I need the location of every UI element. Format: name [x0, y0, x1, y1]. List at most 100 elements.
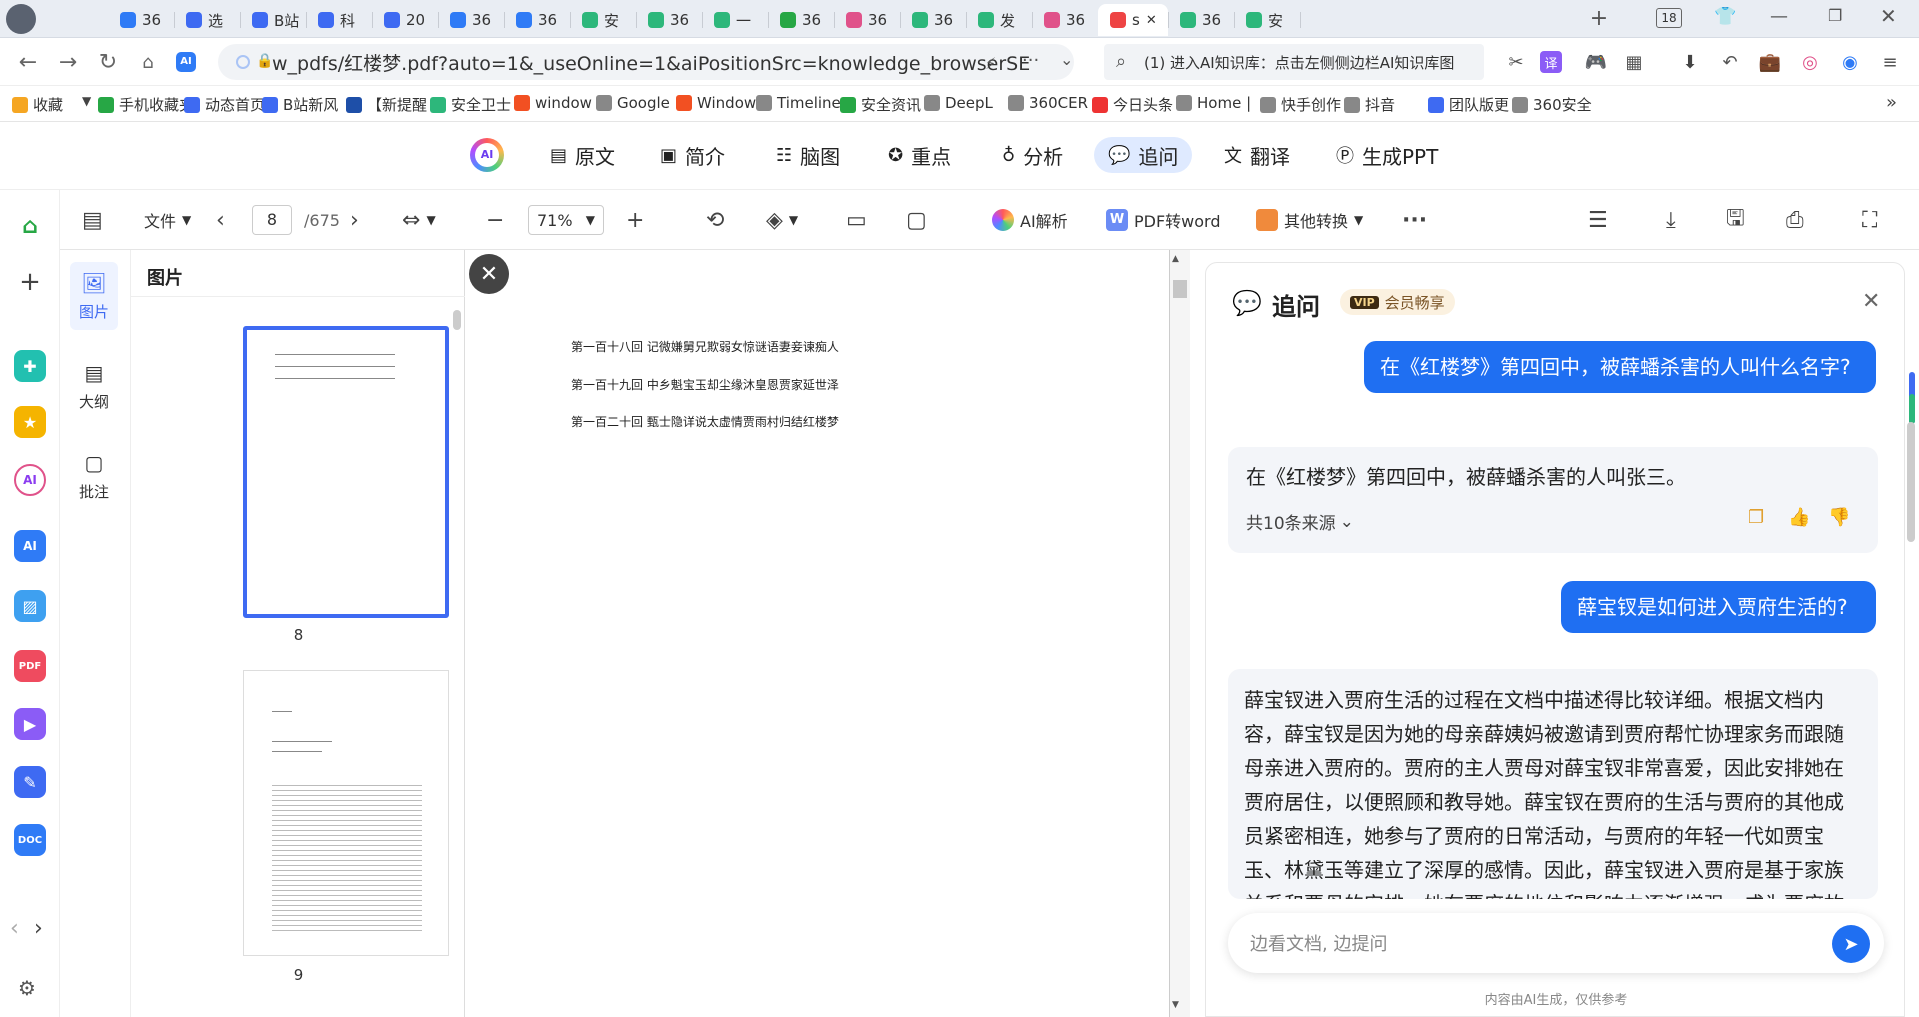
other-convert-button[interactable]: 其他转换 ▼: [1256, 204, 1363, 236]
close-tab-icon[interactable]: ✕: [1146, 13, 1157, 28]
browser-logo-icon[interactable]: ◉: [1836, 48, 1864, 76]
chat-scrollbar[interactable]: [1905, 262, 1919, 1017]
fill-color-icon[interactable]: ◈ ▼: [766, 204, 798, 236]
ai-icon[interactable]: AI: [14, 464, 46, 496]
game-icon[interactable]: 🎮: [1582, 48, 1610, 76]
browser-tab[interactable]: 36: [900, 4, 966, 36]
close-window-icon[interactable]: ✕: [1880, 4, 1897, 28]
thumbs-up-icon[interactable]: 👍: [1788, 507, 1810, 528]
bookmark-item[interactable]: 360安全: [1512, 94, 1592, 115]
chevron-right-icon[interactable]: ›: [34, 916, 43, 941]
video-icon[interactable]: ▶: [14, 708, 46, 740]
find-icon[interactable]: ☰: [1588, 204, 1608, 236]
star-icon[interactable]: ★: [14, 406, 46, 438]
lightning-icon[interactable]: ⚡: [985, 54, 996, 73]
menu-icon[interactable]: ≡: [1876, 48, 1904, 76]
browser-tab[interactable]: 36: [1168, 4, 1234, 36]
ai-assistant-icon[interactable]: ◎: [1796, 48, 1824, 76]
bookmark-item[interactable]: 360CER: [1008, 94, 1088, 112]
minimize-icon[interactable]: —: [1770, 6, 1788, 27]
home-icon[interactable]: ⌂: [132, 46, 164, 78]
more-bookmarks-icon[interactable]: »: [1886, 92, 1897, 113]
browser-tab[interactable]: 科: [306, 4, 372, 36]
reload-icon[interactable]: ↻: [92, 46, 124, 78]
close-icon[interactable]: ✕: [1862, 289, 1880, 314]
add-icon[interactable]: +: [14, 266, 46, 298]
undo-icon[interactable]: ↶: [1716, 48, 1744, 76]
send-button[interactable]: ➤: [1832, 925, 1870, 963]
prev-page-icon[interactable]: ‹: [216, 204, 225, 236]
bookmark-item[interactable]: Home |: [1176, 94, 1251, 112]
save-icon[interactable]: 🖫: [1726, 204, 1745, 236]
browser-tab[interactable]: 36: [438, 4, 504, 36]
zoom-out-icon[interactable]: −: [486, 204, 504, 236]
page-view-icon[interactable]: ▭: [846, 204, 867, 236]
home-icon[interactable]: ⌂: [14, 210, 46, 242]
tab-followup[interactable]: 💬 追问: [1094, 137, 1193, 173]
tab-keypoints[interactable]: ✪ 重点: [874, 137, 965, 173]
tab-annotations[interactable]: ▢ 批注: [70, 442, 118, 510]
bookmark-item[interactable]: 抖音: [1344, 94, 1395, 115]
chevron-left-icon[interactable]: ‹: [10, 916, 19, 941]
ai-logo-icon[interactable]: AI: [470, 138, 504, 172]
page-thumbnail[interactable]: [243, 326, 449, 618]
browser-tab[interactable]: 安: [1234, 4, 1300, 36]
fullscreen-icon[interactable]: ⛶: [1862, 204, 1877, 236]
pdf-icon[interactable]: PDF: [14, 650, 46, 682]
doc-icon[interactable]: DOC: [14, 824, 46, 856]
sidebar-toggle-icon[interactable]: ▤: [82, 204, 103, 236]
url-field[interactable]: 🔒 w_pdfs/红楼梦.pdf?auto=1&_useOnline=1&aiP…: [218, 44, 1074, 80]
bookmark-item[interactable]: Google: [596, 94, 670, 112]
tab-original[interactable]: ▤ 原文: [536, 137, 629, 173]
bookmark-item[interactable]: 安全资讯: [840, 94, 921, 115]
browser-tab[interactable]: B站: [240, 4, 306, 36]
page-number[interactable]: 8: [252, 205, 292, 235]
ai-icon[interactable]: AI: [176, 52, 196, 72]
user-avatar[interactable]: [6, 4, 36, 34]
copy-icon[interactable]: ❐: [1748, 507, 1764, 528]
browser-tab[interactable]: 36: [834, 4, 900, 36]
bookmark-item[interactable]: 动态首页: [184, 94, 265, 115]
browser-tab[interactable]: 安: [570, 4, 636, 36]
browser-tab[interactable]: 36: [108, 4, 174, 36]
bookmark-item[interactable]: 安全卫士: [430, 94, 511, 115]
translate-icon[interactable]: 译: [1540, 51, 1562, 73]
bookmark-item[interactable]: Timeline: [756, 94, 841, 112]
apps-grid-icon[interactable]: ▦: [1620, 48, 1648, 76]
tab-analysis[interactable]: ♁ 分析: [988, 137, 1077, 173]
more-icon[interactable]: ···: [1402, 204, 1427, 236]
bookmark-dropdown-icon[interactable]: ▼: [82, 94, 91, 108]
print-icon[interactable]: ⎙: [1786, 204, 1804, 236]
forward-icon[interactable]: →: [52, 46, 84, 78]
document-scrollbar[interactable]: ▲ ▼: [1170, 250, 1190, 1017]
thumb-scrollbar[interactable]: [453, 310, 461, 330]
search-input[interactable]: ⌕ (1) 进入AI知识库：点击左侧侧边栏AI知识库图: [1104, 44, 1484, 80]
bookmark-item[interactable]: window: [514, 94, 592, 112]
bookmark-item[interactable]: 快手创作: [1260, 94, 1341, 115]
tab-outline[interactable]: ▤ 大纲: [70, 352, 118, 420]
next-page-icon[interactable]: ›: [350, 204, 359, 236]
back-icon[interactable]: ←: [12, 46, 44, 78]
fit-width-icon[interactable]: ⇔ ▼: [402, 204, 436, 236]
zoom-select[interactable]: 71% ▼: [528, 204, 604, 236]
more-icon[interactable]: ···: [1022, 50, 1039, 71]
tab-translate[interactable]: 文翻译: [1210, 137, 1304, 173]
bookmark-item[interactable]: 团队版更: [1428, 94, 1509, 115]
tab-summary[interactable]: ▣ 简介: [646, 137, 739, 173]
download-icon[interactable]: ⬇: [1676, 48, 1704, 76]
bookmark-item[interactable]: Window: [676, 94, 756, 112]
browser-tab[interactable]: 一: [702, 4, 768, 36]
shirt-icon[interactable]: 👕: [1714, 6, 1736, 27]
browser-tab[interactable]: 20: [372, 4, 438, 36]
browser-tab[interactable]: 36: [636, 4, 702, 36]
page-input[interactable]: 8: [252, 204, 292, 236]
tab-mindmap[interactable]: ☷ 脑图: [762, 137, 854, 173]
close-icon[interactable]: ✕: [469, 254, 509, 294]
image-icon[interactable]: ▨: [14, 590, 46, 622]
browser-tab[interactable]: 36: [504, 4, 570, 36]
bookmark-item[interactable]: 【新提醒: [346, 94, 427, 115]
briefcase-icon[interactable]: 💼: [1756, 48, 1784, 76]
plugin-icon[interactable]: ✚: [14, 350, 46, 382]
tab-images[interactable]: 🖼 图片: [70, 262, 118, 330]
thumbs-down-icon[interactable]: 👎: [1828, 507, 1850, 528]
